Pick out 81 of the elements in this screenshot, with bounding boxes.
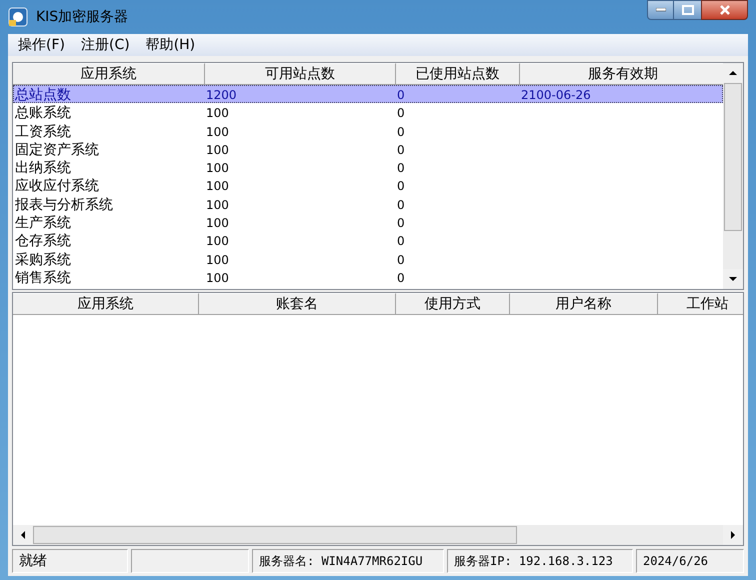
table-cell: 采购系统 <box>15 252 71 267</box>
horizontal-scrollbar[interactable] <box>13 525 743 545</box>
table-cell: 2100-06-26 <box>521 88 591 102</box>
table-cell: 固定资产系统 <box>15 142 99 158</box>
app-icon <box>8 7 28 27</box>
scroll-up-button[interactable] <box>723 63 743 83</box>
arrow-icon <box>729 530 737 540</box>
vertical-scrollbar[interactable] <box>723 63 743 289</box>
table-cell: 0 <box>397 142 405 157</box>
table-row[interactable]: 出纳系统 100 0 <box>13 158 723 176</box>
table-cell: 100 <box>206 124 229 139</box>
scroll-down-button[interactable] <box>723 269 743 289</box>
table-cell: 0 <box>397 270 405 285</box>
table-cell: 0 <box>397 234 405 248</box>
status-panel: 服务器名: WIN4A77MR62IGU <box>252 549 444 573</box>
column-header[interactable]: 可用站点数 <box>205 63 396 85</box>
table-row[interactable]: 总站点数 1200 0 2100-06-26 <box>13 85 723 104</box>
menu-item[interactable]: 注册(C) <box>74 34 136 56</box>
column-header[interactable]: 已使用站点数 <box>396 63 520 85</box>
table-cell: 0 <box>397 88 405 102</box>
table-row[interactable]: 采购系统 100 0 <box>13 250 723 268</box>
table-cell: 报表与分析系统 <box>15 196 113 212</box>
maximize-button[interactable] <box>674 0 701 20</box>
minimize-icon <box>656 8 666 12</box>
table-cell: 总账系统 <box>15 105 71 121</box>
table-cell: 0 <box>397 216 405 230</box>
column-header[interactable]: 应用系统 <box>13 293 199 315</box>
table-cell: 仓存系统 <box>15 233 71 249</box>
table-cell: 生产系统 <box>15 215 71 230</box>
scroll-left-button[interactable] <box>13 525 33 545</box>
table-cell: 应收应付系统 <box>15 178 99 194</box>
table-cell: 0 <box>397 252 405 267</box>
table-cell: 100 <box>206 161 229 176</box>
table-row[interactable]: 固定资产系统 100 0 <box>13 140 723 158</box>
scroll-right-button[interactable] <box>723 525 743 545</box>
column-header[interactable]: 用户名称 <box>510 293 658 315</box>
menu-item[interactable]: 操作(F) <box>12 34 71 56</box>
table-cell: 100 <box>206 234 229 248</box>
maximize-icon <box>682 5 694 15</box>
close-button[interactable] <box>701 0 748 20</box>
table-cell: 100 <box>206 142 229 157</box>
table-cell: 100 <box>206 252 229 267</box>
table-cell: 1200 <box>206 88 237 102</box>
scrollbar-thumb[interactable] <box>724 83 742 231</box>
table-row[interactable]: 工资系统 100 0 <box>13 122 723 140</box>
arrow-icon <box>19 530 27 540</box>
table-cell: 100 <box>206 270 229 285</box>
table-cell: 100 <box>206 198 229 212</box>
table-row[interactable]: 销售系统 100 0 <box>13 268 723 286</box>
table-row[interactable]: 生产系统 100 0 <box>13 213 723 232</box>
status-panel: 2024/6/26 <box>636 549 744 573</box>
table-cell: 100 <box>206 216 229 230</box>
table-cell: 0 <box>397 161 405 176</box>
table-cell: 0 <box>397 179 405 194</box>
arrow-icon <box>728 275 738 283</box>
table-cell: 销售系统 <box>15 270 71 286</box>
column-header[interactable]: 使用方式 <box>396 293 510 315</box>
minimize-button[interactable] <box>647 0 674 20</box>
column-header[interactable]: 服务有效期 <box>520 63 723 85</box>
status-panel: 就绪 <box>12 549 128 573</box>
close-icon <box>718 5 730 15</box>
table-cell: 100 <box>206 106 229 120</box>
table-cell: 0 <box>397 106 405 120</box>
arrow-icon <box>728 69 738 77</box>
column-header[interactable]: 工作站 <box>658 293 743 315</box>
table-cell: 0 <box>397 198 405 212</box>
table-cell: 工资系统 <box>15 124 71 139</box>
status-panel: 服务器IP: 192.168.3.123 <box>447 549 633 573</box>
window-title: KIS加密服务器 <box>36 8 128 26</box>
table-cell: 100 <box>206 179 229 194</box>
table-row[interactable]: 总账系统 100 0 <box>13 103 723 122</box>
column-header[interactable]: 应用系统 <box>13 63 205 85</box>
table-row[interactable]: 报表与分析系统 100 0 <box>13 194 723 214</box>
column-header[interactable]: 账套名 <box>199 293 396 315</box>
table-row[interactable]: 仓存系统 100 0 <box>13 231 723 250</box>
table-cell: 出纳系统 <box>15 160 71 176</box>
table-row[interactable]: 应收应付系统 100 0 <box>13 176 723 195</box>
scrollbar-thumb[interactable] <box>33 526 517 544</box>
table-cell: 0 <box>397 124 405 139</box>
table-cell: 总站点数 <box>15 87 71 102</box>
menu-item[interactable]: 帮助(H) <box>140 34 202 56</box>
